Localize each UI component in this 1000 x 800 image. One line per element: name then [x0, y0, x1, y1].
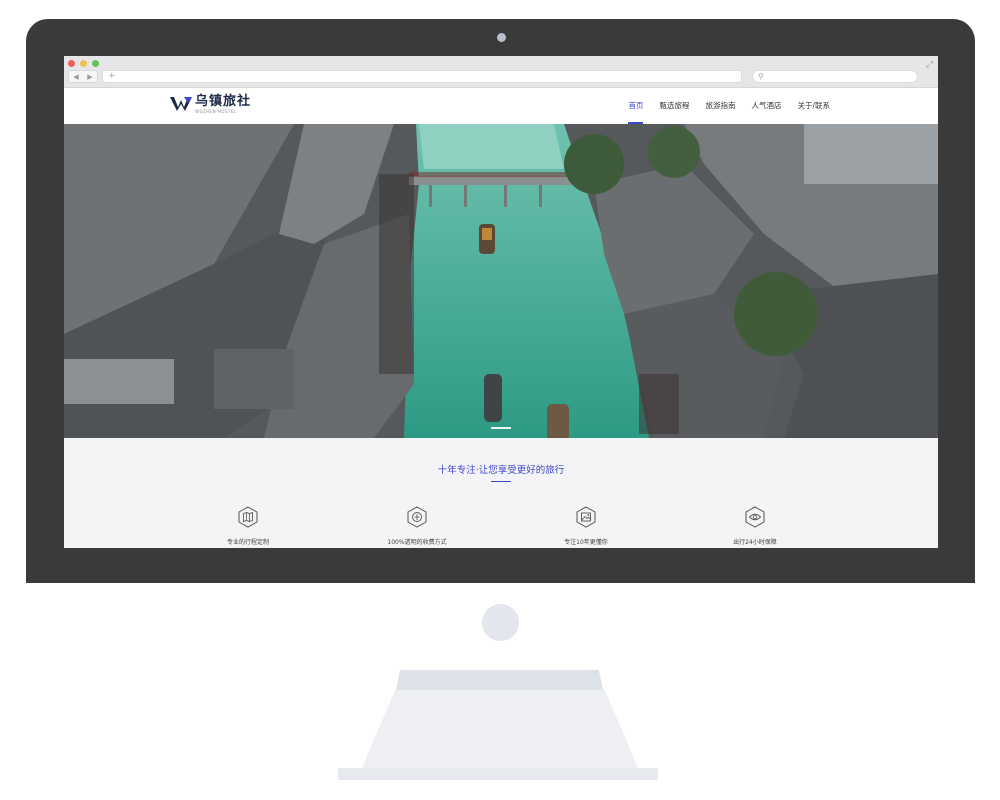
camera-icon — [497, 33, 506, 42]
browser-search-input[interactable]: ⚲ — [752, 70, 918, 83]
minimize-window-button[interactable] — [80, 60, 87, 67]
feature-item-ten-years[interactable]: 专注10年更懂你 — [526, 506, 646, 546]
nav-item-hotels[interactable]: 人气酒店 — [751, 88, 781, 124]
features-title: 十年专注·让您享受更好的旅行 — [437, 465, 565, 476]
feature-item-custom-itinerary[interactable]: 专业的行程定制 — [188, 506, 308, 546]
photo-icon — [576, 506, 596, 528]
site-header: 乌镇旅社 WUZHEN HOSTEL 首页 甄选旅程 旅游指南 人气酒店 关于/… — [64, 88, 938, 124]
search-icon: ⚲ — [758, 72, 764, 81]
monitor-stand-base — [338, 768, 658, 780]
browser-chrome: ◀ ▶ + ⚲ ⤢ — [64, 56, 938, 88]
features-section: 十年专注·让您享受更好的旅行 专业的行程定制 100%透明的收费方式 专注10年… — [64, 438, 938, 548]
nav-item-about[interactable]: 关于/联系 — [797, 88, 830, 124]
monitor-stand — [362, 690, 638, 768]
maximize-window-button[interactable] — [92, 60, 99, 67]
monitor-stand-neck — [396, 670, 603, 690]
feature-label: 专注10年更懂你 — [564, 539, 608, 546]
feature-item-transparent-pricing[interactable]: 100%透明的收费方式 — [357, 506, 477, 546]
site-logo[interactable]: 乌镇旅社 WUZHEN HOSTEL — [170, 95, 251, 114]
screen: ◀ ▶ + ⚲ ⤢ 乌镇旅社 WUZHEN HOSTEL 首页 甄选旅程 旅游指… — [64, 56, 938, 548]
feature-item-24h-support[interactable]: 出行24小时保障 — [695, 506, 815, 546]
feature-label: 出行24小时保障 — [733, 539, 777, 546]
feature-label: 100%透明的收费方式 — [387, 539, 447, 546]
title-underline — [491, 481, 511, 482]
new-tab-icon[interactable]: + — [108, 71, 116, 81]
feature-label: 专业的行程定制 — [226, 539, 269, 546]
logo-mark-icon — [170, 97, 192, 111]
logo-subtitle: WUZHEN HOSTEL — [195, 109, 237, 114]
main-nav: 首页 甄选旅程 旅游指南 人气酒店 关于/联系 — [612, 88, 830, 124]
monitor-logo-icon — [482, 604, 519, 641]
logo-text: 乌镇旅社 WUZHEN HOSTEL — [195, 94, 252, 115]
nav-item-trips[interactable]: 甄选旅程 — [659, 88, 689, 124]
forward-icon[interactable]: ▶ — [87, 73, 92, 81]
hero-banner[interactable] — [64, 124, 938, 438]
browser-nav-arrows: ◀ ▶ — [68, 70, 98, 83]
hero-image — [64, 124, 938, 438]
logo-title: 乌镇旅社 — [195, 94, 252, 109]
url-bar[interactable]: + — [102, 70, 742, 83]
eye-icon — [745, 506, 765, 528]
expand-icon[interactable]: ⤢ — [926, 60, 933, 70]
nav-item-home[interactable]: 首页 — [628, 88, 644, 124]
nav-item-guide[interactable]: 旅游指南 — [705, 88, 735, 124]
close-window-button[interactable] — [68, 60, 75, 67]
back-icon[interactable]: ◀ — [73, 73, 78, 81]
map-icon — [238, 506, 258, 528]
shield-icon — [407, 506, 427, 528]
